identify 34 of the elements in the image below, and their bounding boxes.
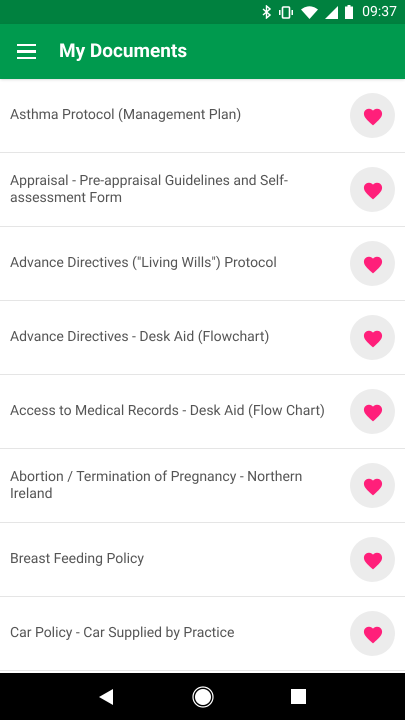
document-item[interactable]: Asthma Protocol (Management Plan) bbox=[0, 79, 405, 153]
document-item[interactable]: Advance Directives ("Living Wills") Protocol bbox=[0, 227, 405, 301]
wifi-icon bbox=[301, 6, 318, 18]
document-title: Access to Medical Records - Desk Aid (Flow Chart) bbox=[10, 403, 326, 420]
favorite-button[interactable] bbox=[350, 167, 395, 212]
document-item[interactable]: Car Policy - Car Supplied by Practice bbox=[0, 597, 405, 671]
favorite-button[interactable] bbox=[350, 611, 395, 656]
app-title: My Documents bbox=[59, 38, 188, 64]
document-item[interactable]: Advance Directives - Desk Aid (Flowchart) bbox=[0, 301, 405, 375]
status-time: 09:37 bbox=[362, 2, 397, 22]
document-item[interactable]: Breast Feeding Policy bbox=[0, 523, 405, 597]
document-item[interactable]: Access to Medical Records - Desk Aid (Flow Chart) bbox=[0, 375, 405, 449]
battery-icon bbox=[345, 5, 354, 19]
document-title: Advance Directives ("Living Wills") Protocol bbox=[10, 255, 278, 272]
document-title: Abortion / Termination of Pregnancy - Northern Ireland bbox=[10, 468, 304, 502]
document-title: Appraisal - Pre-appraisal Guidelines and Self-assessment Form bbox=[10, 172, 289, 206]
favorite-button[interactable] bbox=[350, 463, 395, 508]
document-title: Breast Feeding Policy bbox=[10, 551, 145, 568]
favorite-button[interactable] bbox=[350, 315, 395, 360]
signal-icon bbox=[325, 6, 338, 18]
favorite-button[interactable] bbox=[350, 93, 395, 138]
favorite-button[interactable] bbox=[350, 389, 395, 434]
home-icon[interactable] bbox=[192, 686, 214, 708]
favorite-button[interactable] bbox=[350, 241, 395, 286]
document-title: Car Policy - Car Supplied by Practice bbox=[10, 625, 236, 642]
document-item[interactable]: Abortion / Termination of Pregnancy - Northern Ireland bbox=[0, 449, 405, 523]
back-icon[interactable] bbox=[98, 688, 115, 704]
bluetooth-icon bbox=[262, 5, 272, 19]
vibrate-icon bbox=[278, 6, 294, 18]
recents-icon[interactable] bbox=[291, 689, 306, 704]
document-item[interactable]: Appraisal - Pre-appraisal Guidelines and Self-assessment Form bbox=[0, 153, 405, 227]
document-title: Asthma Protocol (Management Plan) bbox=[10, 107, 242, 124]
document-title: Advance Directives - Desk Aid (Flowchart) bbox=[10, 329, 270, 346]
favorite-button[interactable] bbox=[350, 537, 395, 582]
